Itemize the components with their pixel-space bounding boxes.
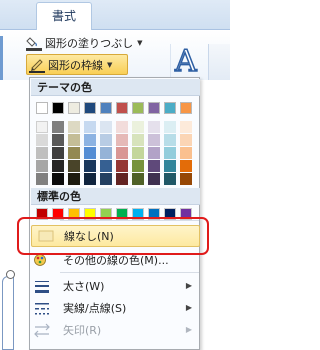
theme-color-swatch[interactable] <box>84 102 96 114</box>
theme-shade-swatch[interactable] <box>100 134 112 146</box>
theme-shade-swatch[interactable] <box>180 121 192 133</box>
theme-color-swatch[interactable] <box>52 102 64 114</box>
theme-shade-swatch[interactable] <box>100 173 112 185</box>
theme-color-swatch[interactable] <box>148 102 160 114</box>
submenu-arrow-icon: ▶ <box>185 325 192 334</box>
selected-shape-edge[interactable] <box>2 276 14 350</box>
theme-color-swatch[interactable] <box>36 102 48 114</box>
theme-shade-swatch[interactable] <box>148 160 160 172</box>
submenu-arrow-icon: ▶ <box>185 303 192 312</box>
theme-shade-swatch[interactable] <box>36 173 48 185</box>
theme-shade-swatch[interactable] <box>68 121 80 133</box>
theme-shade-swatch[interactable] <box>52 121 64 133</box>
theme-shade-swatch[interactable] <box>36 147 48 159</box>
chevron-down-icon: ▼ <box>107 60 113 69</box>
theme-shade-swatch[interactable] <box>116 121 128 133</box>
theme-shade-swatch[interactable] <box>68 147 80 159</box>
theme-colors-header: テーマの色 <box>31 79 200 96</box>
dash-style-item[interactable]: 実線/点線(S) ▶ <box>31 297 200 319</box>
theme-shade-swatch[interactable] <box>84 160 96 172</box>
line-weight-label: 太さ(W) <box>63 280 105 293</box>
line-weight-icon <box>31 275 59 297</box>
theme-shade-swatch[interactable] <box>148 134 160 146</box>
theme-shade-swatch[interactable] <box>132 134 144 146</box>
theme-shade-swatch[interactable] <box>68 134 80 146</box>
theme-shade-swatch[interactable] <box>100 147 112 159</box>
theme-shade-swatch[interactable] <box>84 147 96 159</box>
pencil-icon <box>29 57 45 73</box>
outline-dropdown-menu: テーマの色 標準の色 線なし(N) その他の線の色(M)... 太さ(W) ▶ … <box>29 77 200 350</box>
arrows-item[interactable]: 矢印(R) ▶ <box>31 319 200 341</box>
theme-color-swatch[interactable] <box>116 102 128 114</box>
theme-shade-swatch[interactable] <box>164 173 176 185</box>
theme-shade-swatch[interactable] <box>36 134 48 146</box>
theme-shade-swatch[interactable] <box>132 160 144 172</box>
dash-style-label: 実線/点線(S) <box>63 302 127 315</box>
theme-shade-swatch[interactable] <box>164 121 176 133</box>
theme-color-swatch[interactable] <box>132 102 144 114</box>
theme-color-swatch[interactable] <box>68 102 80 114</box>
wordart-gallery-scroll[interactable] <box>208 44 230 80</box>
theme-color-swatch[interactable] <box>164 102 176 114</box>
paint-bucket-icon <box>26 35 42 51</box>
menu-separator <box>60 272 199 273</box>
theme-shade-swatch[interactable] <box>68 173 80 185</box>
theme-shade-swatch[interactable] <box>148 173 160 185</box>
theme-shade-swatch[interactable] <box>84 121 96 133</box>
submenu-arrow-icon: ▶ <box>185 281 192 290</box>
theme-color-swatch[interactable] <box>180 102 192 114</box>
shape-outline-label: 図形の枠線 <box>48 58 103 72</box>
theme-shade-swatch[interactable] <box>36 160 48 172</box>
theme-shade-swatch[interactable] <box>100 160 112 172</box>
theme-color-swatch[interactable] <box>100 102 112 114</box>
theme-shade-swatch[interactable] <box>116 160 128 172</box>
theme-shade-swatch[interactable] <box>36 121 48 133</box>
theme-shade-swatch[interactable] <box>180 173 192 185</box>
theme-shade-swatch[interactable] <box>148 147 160 159</box>
shape-fill-label: 図形の塗りつぶし <box>45 37 134 50</box>
highlight-callout <box>17 217 209 255</box>
shape-outline-button[interactable]: 図形の枠線 ▼ <box>26 54 128 75</box>
theme-shade-swatch[interactable] <box>132 147 144 159</box>
theme-shade-swatch[interactable] <box>164 147 176 159</box>
theme-shade-swatch[interactable] <box>180 160 192 172</box>
theme-shade-swatch[interactable] <box>164 160 176 172</box>
theme-shade-swatch[interactable] <box>68 160 80 172</box>
arrows-label: 矢印(R) <box>63 324 102 337</box>
tab-format[interactable]: 書式 <box>36 2 92 31</box>
theme-shade-swatch[interactable] <box>116 134 128 146</box>
resize-handle[interactable] <box>6 270 15 279</box>
theme-shade-swatch[interactable] <box>148 121 160 133</box>
theme-shade-swatch[interactable] <box>132 121 144 133</box>
arrows-icon <box>31 319 59 341</box>
theme-shade-swatch[interactable] <box>52 173 64 185</box>
shape-fill-button[interactable]: 図形の塗りつぶし ▼ <box>26 34 156 52</box>
chevron-down-icon: ▼ <box>137 39 143 47</box>
theme-shade-swatch[interactable] <box>180 147 192 159</box>
dash-style-icon <box>31 297 59 319</box>
theme-shade-swatch[interactable] <box>84 134 96 146</box>
theme-shade-swatch[interactable] <box>52 147 64 159</box>
theme-shade-swatch[interactable] <box>164 134 176 146</box>
theme-shade-swatch[interactable] <box>116 147 128 159</box>
theme-shade-swatch[interactable] <box>180 134 192 146</box>
theme-shade-swatch[interactable] <box>116 173 128 185</box>
theme-shade-swatch[interactable] <box>132 173 144 185</box>
theme-shade-swatch[interactable] <box>52 134 64 146</box>
line-weight-item[interactable]: 太さ(W) ▶ <box>31 275 200 297</box>
standard-colors-header: 標準の色 <box>31 188 200 205</box>
theme-shade-swatch[interactable] <box>52 160 64 172</box>
theme-shade-swatch[interactable] <box>84 173 96 185</box>
theme-shade-swatch[interactable] <box>100 121 112 133</box>
ribbon-tab-bar <box>0 0 230 30</box>
ribbon-group-edge <box>0 36 12 80</box>
